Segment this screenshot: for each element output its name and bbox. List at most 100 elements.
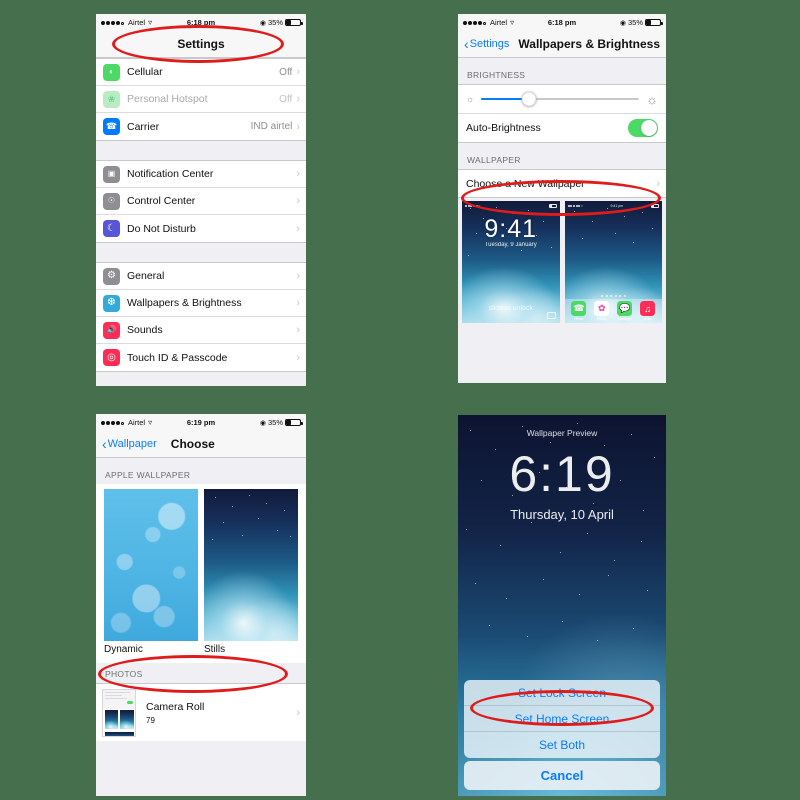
page-indicator-dots <box>565 295 663 297</box>
action-sheet: Set Lock Screen Set Home Screen Set Both <box>464 680 660 758</box>
dock-app-phone[interactable]: ☎ Phone <box>571 301 587 321</box>
list-gap <box>96 243 306 262</box>
camera-roll-thumbnail <box>102 688 136 737</box>
slide-to-unlock-label: slide to unlock <box>488 305 533 312</box>
sidebar-item-notification-center[interactable]: ▣ Notification Center › <box>96 161 306 188</box>
stills-wallpaper-thumb[interactable] <box>204 489 298 641</box>
back-button[interactable]: ‹ Settings <box>464 35 510 52</box>
dock-label: Music <box>643 316 652 321</box>
settings-group-system: ⚙ General › ❆ Wallpapers & Brightness › … <box>96 262 306 372</box>
chevron-right-icon: › <box>296 324 300 336</box>
cellular-icon: ◐ <box>103 63 120 81</box>
status-bar: Airtel ▿ 6:18 pm ◉ 35% <box>458 14 666 31</box>
set-home-screen-button[interactable]: Set Home Screen <box>464 706 660 732</box>
dynamic-label[interactable]: Dynamic <box>104 644 198 655</box>
chevron-right-icon: › <box>296 351 300 364</box>
lock-screen-preview[interactable]: ▿ 9:41 Tuesday, 9 January slide to unloc… <box>462 201 560 323</box>
chevron-right-icon: › <box>296 297 300 309</box>
mini-battery-icon <box>650 204 659 208</box>
row-value: Off <box>279 93 293 105</box>
cancel-button[interactable]: Cancel <box>464 761 660 790</box>
back-button-label: Settings <box>469 38 510 50</box>
dock-label: Messages <box>617 316 632 321</box>
notification-center-icon: ▣ <box>103 165 120 183</box>
camera-roll-row[interactable]: Camera Roll 79 › <box>96 683 306 741</box>
do-not-disturb-icon: ☾ <box>103 220 120 237</box>
chevron-right-icon: › <box>296 270 300 282</box>
sidebar-item-carrier[interactable]: ☎ Carrier IND airtel › <box>96 113 306 140</box>
set-both-button[interactable]: Set Both <box>464 732 660 758</box>
chevron-right-icon: › <box>656 177 660 190</box>
auto-brightness-row[interactable]: Auto-Brightness <box>458 114 666 143</box>
status-bar: Airtel ▿ 6:18 pm ◉ 35% <box>96 14 306 31</box>
sidebar-item-touch-id-passcode[interactable]: ◎ Touch ID & Passcode › <box>96 344 306 371</box>
mini-clock: 9:41 pm <box>610 204 624 208</box>
sidebar-item-cellular[interactable]: ◐ Cellular Off › <box>96 59 306 86</box>
sidebar-item-personal-hotspot[interactable]: ❀ Personal Hotspot Off › <box>96 86 306 113</box>
thumb-settings-preview <box>103 689 135 709</box>
brightness-slider[interactable] <box>481 91 640 107</box>
album-title: Camera Roll <box>146 700 205 713</box>
thumb-wallpaper-pair <box>103 709 135 731</box>
page-title: Choose <box>170 437 215 451</box>
chevron-right-icon: › <box>296 168 300 180</box>
sounds-icon: 🔊 <box>103 321 120 339</box>
chevron-right-icon: › <box>296 222 300 235</box>
chevron-left-icon: ‹ <box>102 435 107 452</box>
sidebar-item-control-center[interactable]: ☉ Control Center › <box>96 188 306 215</box>
section-header-apple-wallpaper: APPLE WALLPAPER <box>96 458 306 484</box>
mini-battery-icon <box>548 204 557 208</box>
preview-date: Thursday, 10 April <box>510 507 614 522</box>
brightness-slider-row[interactable]: ☼ ☼ <box>458 84 666 114</box>
back-button[interactable]: ‹ Wallpaper <box>102 435 157 452</box>
sidebar-item-sounds[interactable]: 🔊 Sounds › <box>96 317 306 344</box>
sun-small-icon: ☼ <box>466 94 475 104</box>
chevron-left-icon: ‹ <box>464 35 469 52</box>
sidebar-item-general[interactable]: ⚙ General › <box>96 263 306 290</box>
camera-roll-meta: Camera Roll 79 <box>146 701 204 725</box>
sidebar-item-do-not-disturb[interactable]: ☾ Do Not Disturb › <box>96 215 306 242</box>
dock-app-messages[interactable]: 💬 Messages <box>617 301 633 321</box>
dynamic-wallpaper-thumb[interactable] <box>104 489 198 641</box>
nav-bar: ‹ Settings Wallpapers & Brightness <box>458 31 666 58</box>
battery-percent: 35% <box>627 18 643 27</box>
choose-list: APPLE WALLPAPER Dynamic Stills PHOTOS Ca… <box>96 458 306 796</box>
auto-brightness-label: Auto-Brightness <box>466 122 541 134</box>
wallpaper-icon: ❆ <box>103 294 120 312</box>
status-bar-right: ◉ 35% <box>260 18 303 27</box>
wallpapers-brightness-panel: Airtel ▿ 6:18 pm ◉ 35% ‹ Settings Wallpa… <box>458 14 666 383</box>
gear-icon: ⚙ <box>103 267 120 285</box>
battery-percent: 35% <box>267 418 283 427</box>
sun-large-icon: ☼ <box>646 91 658 107</box>
battery-percent: 35% <box>267 18 283 27</box>
auto-brightness-toggle[interactable] <box>628 119 658 137</box>
choose-new-wallpaper-label: Choose a New Wallpaper <box>466 177 585 190</box>
back-button-label: Wallpaper <box>107 438 157 450</box>
row-label: General <box>127 270 165 282</box>
mini-signal-icon: ▿ <box>567 204 583 208</box>
apple-wallpaper-thumbs <box>96 484 306 641</box>
dock-app-photos[interactable]: ✿ Photos <box>594 301 610 321</box>
status-bar-right: ◉ 35% <box>620 18 663 27</box>
fingerprint-icon: ◎ <box>103 349 120 366</box>
row-label: Do Not Disturb <box>127 222 196 235</box>
stills-label[interactable]: Stills <box>204 644 298 655</box>
settings-group-notifications: ▣ Notification Center › ☉ Control Center… <box>96 160 306 243</box>
slider-knob[interactable] <box>521 91 537 107</box>
row-label: Notification Center <box>127 168 214 180</box>
dock-label: Photos <box>596 316 607 321</box>
section-header-wallpaper: WALLPAPER <box>458 143 666 169</box>
choose-new-wallpaper-row[interactable]: Choose a New Wallpaper › <box>458 170 666 197</box>
row-label: Carrier <box>127 120 160 133</box>
rotation-lock-icon: ◉ <box>259 419 266 427</box>
camera-icon <box>546 312 556 319</box>
preview-time: 6:19 <box>509 446 615 502</box>
chevron-right-icon: › <box>296 195 300 207</box>
dock-app-music[interactable]: ♫ Music <box>640 301 656 321</box>
sidebar-item-wallpapers-brightness[interactable]: ❆ Wallpapers & Brightness › <box>96 290 306 317</box>
home-screen-preview[interactable]: ▿ 9:41 pm ☎ Phone ✿ Photos 💬 Messages ♫ … <box>564 201 663 323</box>
set-lock-screen-button[interactable]: Set Lock Screen <box>464 680 660 706</box>
chevron-right-icon: › <box>296 66 300 78</box>
battery-icon <box>285 18 303 27</box>
section-header-brightness: BRIGHTNESS <box>458 58 666 84</box>
